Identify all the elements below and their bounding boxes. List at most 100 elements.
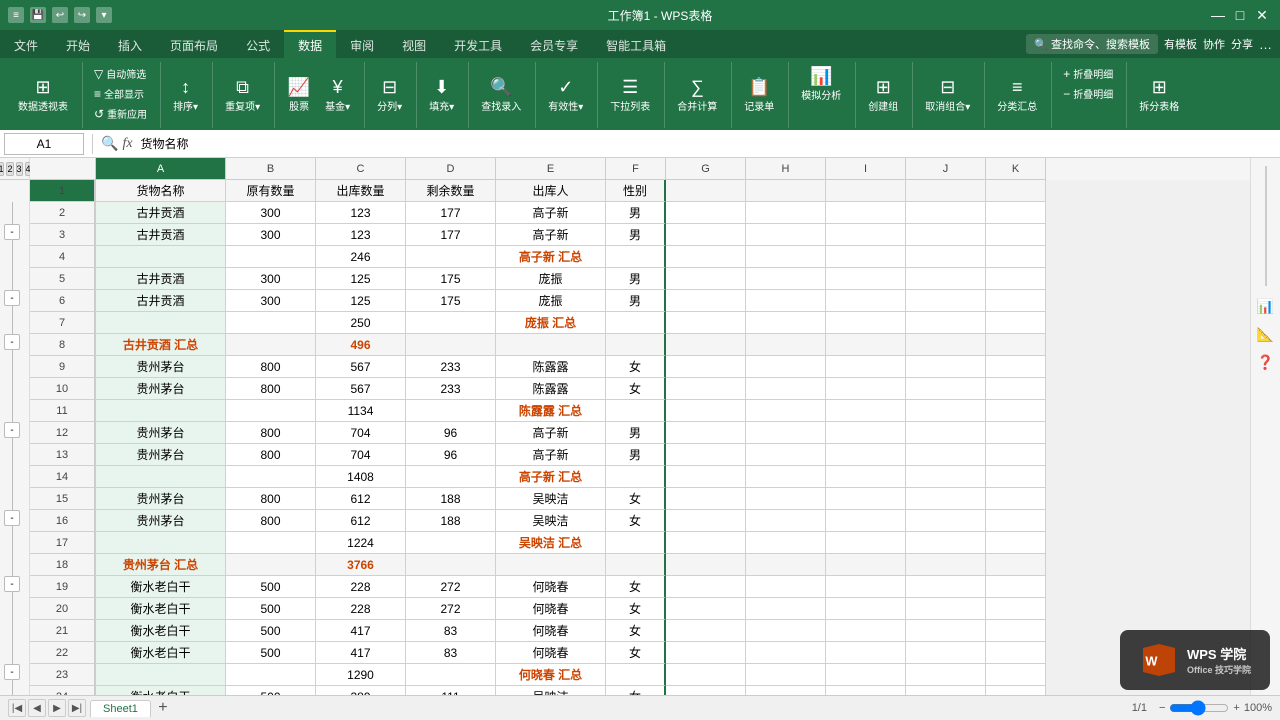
cell[interactable] [96, 400, 226, 422]
cell[interactable] [826, 268, 906, 290]
cell[interactable] [406, 664, 496, 686]
cell[interactable] [826, 510, 906, 532]
cell[interactable]: 贵州茅台 [96, 422, 226, 444]
cell[interactable]: 男 [606, 224, 666, 246]
cell[interactable] [986, 444, 1046, 466]
validity-button[interactable]: ✓ 有效性▾ [542, 75, 589, 116]
cell[interactable]: 233 [406, 378, 496, 400]
cell[interactable] [906, 378, 986, 400]
cell[interactable] [906, 488, 986, 510]
row-number[interactable]: 21 [30, 620, 96, 642]
cell[interactable] [986, 510, 1046, 532]
collab-btn[interactable]: 协作 [1203, 36, 1225, 52]
cell[interactable] [986, 268, 1046, 290]
cell[interactable] [406, 554, 496, 576]
cell[interactable]: 272 [406, 576, 496, 598]
cell[interactable] [826, 422, 906, 444]
row-number[interactable]: 9 [30, 356, 96, 378]
cell[interactable]: 原有数量 [226, 180, 316, 202]
cell[interactable]: 496 [316, 334, 406, 356]
cell[interactable]: 175 [406, 290, 496, 312]
cell[interactable] [906, 532, 986, 554]
last-sheet-arrow[interactable]: ▶| [68, 699, 86, 717]
cell[interactable]: 300 [226, 268, 316, 290]
cell[interactable] [986, 576, 1046, 598]
cell[interactable] [986, 642, 1046, 664]
sort-button[interactable]: ↕ 排序▾ [167, 75, 204, 116]
cell[interactable]: 高子新 [496, 202, 606, 224]
cell[interactable]: 500 [226, 686, 316, 695]
cell[interactable] [906, 356, 986, 378]
cell[interactable] [986, 356, 1046, 378]
cell[interactable] [406, 466, 496, 488]
cell[interactable] [746, 532, 826, 554]
cell[interactable] [986, 664, 1046, 686]
cell[interactable]: 衡水老白干 [96, 598, 226, 620]
cell[interactable]: 228 [316, 576, 406, 598]
cell[interactable] [666, 422, 746, 444]
cell[interactable]: 女 [606, 576, 666, 598]
row-number[interactable]: 12 [30, 422, 96, 444]
split-table-button[interactable]: ⊞ 拆分表格 [1133, 75, 1185, 116]
cell[interactable] [826, 554, 906, 576]
row-number[interactable]: 5 [30, 268, 96, 290]
maximize-button[interactable]: □ [1230, 5, 1250, 25]
row-number[interactable]: 20 [30, 598, 96, 620]
cell[interactable]: 陈露露 [496, 356, 606, 378]
cell[interactable]: 吴映洁 [496, 686, 606, 695]
tab-review[interactable]: 审阅 [336, 30, 388, 58]
cell[interactable]: 111 [406, 686, 496, 695]
cell[interactable] [96, 312, 226, 334]
cell[interactable] [606, 312, 666, 334]
split-columns-button[interactable]: ⊟ 分列▾ [371, 75, 408, 116]
cell[interactable]: 衡水老白干 [96, 642, 226, 664]
cell[interactable]: 3766 [316, 554, 406, 576]
cell[interactable] [986, 598, 1046, 620]
cell[interactable] [226, 532, 316, 554]
cell[interactable] [666, 334, 746, 356]
cell[interactable]: 吴映洁 [496, 510, 606, 532]
cell[interactable] [826, 400, 906, 422]
sidebar-chart-icon[interactable]: 📊 [1254, 294, 1278, 318]
merge-calc-button[interactable]: ∑ 合并计算 [671, 75, 723, 116]
cell[interactable] [826, 532, 906, 554]
collapse-group-6[interactable]: - [4, 576, 20, 592]
cell[interactable]: 贵州茅台 [96, 356, 226, 378]
cell[interactable] [906, 642, 986, 664]
cell[interactable] [666, 554, 746, 576]
cell[interactable] [906, 290, 986, 312]
cell[interactable] [986, 422, 1046, 444]
row-number[interactable]: 24 [30, 686, 96, 695]
cell[interactable]: 出库数量 [316, 180, 406, 202]
cell[interactable]: 250 [316, 312, 406, 334]
cell[interactable] [606, 554, 666, 576]
cell[interactable] [986, 466, 1046, 488]
cell[interactable]: 古井贡酒 [96, 290, 226, 312]
cell[interactable] [226, 664, 316, 686]
cell[interactable] [496, 554, 606, 576]
cell[interactable]: 吴映洁 汇总 [496, 532, 606, 554]
cell[interactable]: 800 [226, 488, 316, 510]
cell[interactable] [666, 312, 746, 334]
cell[interactable] [906, 444, 986, 466]
cell[interactable]: 175 [406, 268, 496, 290]
show-all-button[interactable]: ≡ 全部显示 [89, 84, 149, 103]
dropdown-list-button[interactable]: ☰ 下拉列表 [604, 75, 656, 116]
tab-member[interactable]: 会员专享 [516, 30, 592, 58]
cell[interactable] [906, 554, 986, 576]
cell[interactable]: 高子新 [496, 422, 606, 444]
row-number[interactable]: 1 [30, 180, 96, 202]
cell[interactable] [666, 598, 746, 620]
zoom-out-icon[interactable]: − [1159, 702, 1165, 714]
cell[interactable] [906, 180, 986, 202]
col-header-D[interactable]: D [406, 158, 496, 180]
cell[interactable] [226, 554, 316, 576]
cell[interactable] [746, 356, 826, 378]
cell[interactable]: 96 [406, 422, 496, 444]
cell[interactable]: 300 [226, 202, 316, 224]
cell[interactable] [826, 356, 906, 378]
cell[interactable] [986, 312, 1046, 334]
cell[interactable]: 庞振 [496, 290, 606, 312]
cell[interactable]: 性别 [606, 180, 666, 202]
row-number[interactable]: 15 [30, 488, 96, 510]
